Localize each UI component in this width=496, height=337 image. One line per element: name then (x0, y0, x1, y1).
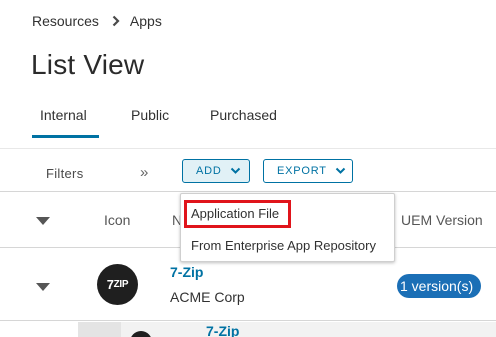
breadcrumb: Resources Apps (32, 13, 162, 29)
app-organization: ACME Corp (170, 289, 245, 305)
toolbar: Filters » ADD EXPORT (0, 148, 496, 192)
add-button[interactable]: ADD (182, 159, 250, 183)
7zip-app-icon: 7 ZIP (97, 264, 138, 305)
tab-bar: Internal Public Purchased (32, 107, 277, 138)
breadcrumb-apps[interactable]: Apps (130, 13, 162, 29)
breadcrumb-resources[interactable]: Resources (32, 13, 99, 29)
menu-item-application-file[interactable]: Application File (191, 206, 279, 221)
tab-public[interactable]: Public (99, 107, 178, 138)
add-button-label: ADD (196, 165, 222, 177)
chevron-right-icon (112, 15, 120, 27)
chevron-down-icon (335, 167, 346, 175)
subrow-indent-cell (78, 322, 121, 337)
tab-internal[interactable]: Internal (32, 107, 99, 138)
expand-row-caret-icon[interactable] (36, 279, 50, 297)
export-button-label: EXPORT (277, 165, 327, 177)
column-header-uem-version[interactable]: UEM Version (401, 212, 483, 228)
tab-purchased[interactable]: Purchased (178, 107, 277, 138)
subrow-app-name-link[interactable]: 7-Zip (206, 323, 239, 337)
chevron-down-icon (230, 167, 241, 175)
filters-label[interactable]: Filters (46, 166, 84, 181)
double-chevron-right-icon[interactable]: » (140, 164, 148, 181)
page-title: List View (31, 49, 145, 80)
app-name-link[interactable]: 7-Zip (170, 264, 203, 280)
menu-item-enterprise-app-repository[interactable]: From Enterprise App Repository (191, 238, 376, 253)
export-button[interactable]: EXPORT (263, 159, 353, 183)
version-count-badge[interactable]: 1 version(s) (397, 274, 482, 298)
expand-all-caret-icon[interactable] (36, 213, 50, 229)
add-dropdown-menu: Application File From Enterprise App Rep… (180, 193, 395, 262)
column-header-icon[interactable]: Icon (104, 212, 130, 228)
